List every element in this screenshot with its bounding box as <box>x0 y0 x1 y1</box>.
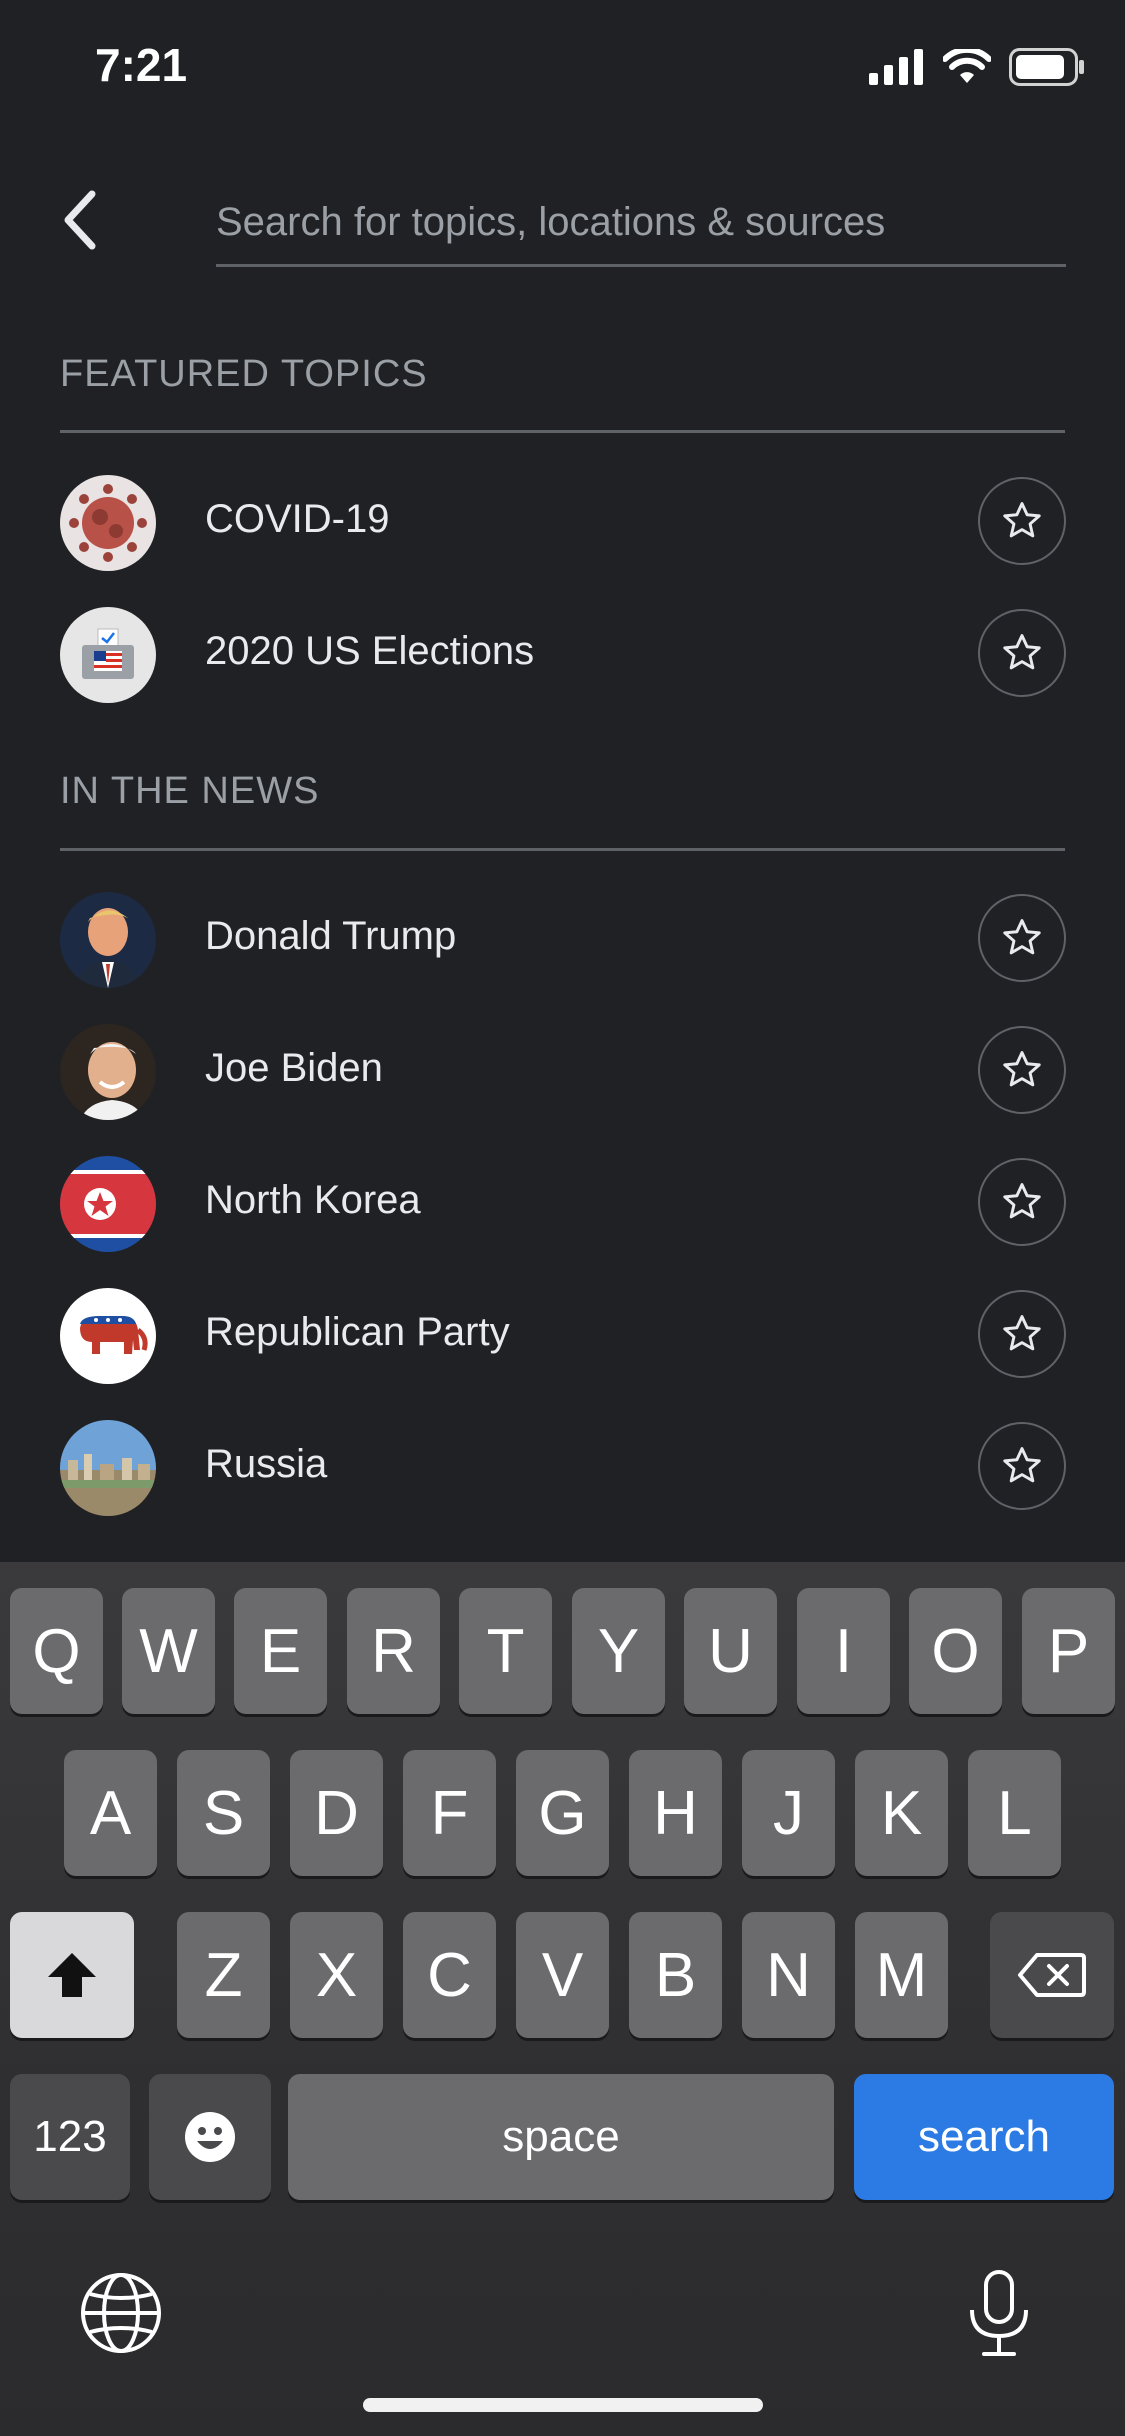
star-icon <box>1003 1447 1041 1483</box>
backspace-icon <box>1018 1953 1086 1997</box>
topic-label: Russia <box>205 1442 328 1486</box>
emoji-icon <box>185 2112 235 2162</box>
key-s[interactable]: S <box>177 1750 270 1876</box>
topic-row-republican-party[interactable]: Republican Party <box>0 1268 1125 1400</box>
key-d[interactable]: D <box>290 1750 383 1876</box>
follow-star-button[interactable] <box>978 1026 1066 1114</box>
topic-label: Joe Biden <box>205 1046 383 1090</box>
key-f[interactable]: F <box>403 1750 496 1876</box>
key-x[interactable]: X <box>290 1912 383 2038</box>
topic-row-biden[interactable]: Joe Biden <box>0 1004 1125 1136</box>
star-icon <box>1003 634 1041 670</box>
key-r[interactable]: R <box>347 1588 440 1714</box>
key-w[interactable]: W <box>122 1588 215 1714</box>
follow-star-button[interactable] <box>978 609 1066 697</box>
section-title-in-the-news: IN THE NEWS <box>60 770 320 812</box>
key-m[interactable]: M <box>855 1912 948 2038</box>
topic-row-trump[interactable]: Donald Trump <box>0 872 1125 1004</box>
key-h[interactable]: H <box>629 1750 722 1876</box>
person-photo <box>60 892 156 988</box>
follow-star-button[interactable] <box>978 894 1066 982</box>
key-j[interactable]: J <box>742 1750 835 1876</box>
key-g[interactable]: G <box>516 1750 609 1876</box>
backspace-key[interactable] <box>990 1912 1114 2038</box>
wifi-icon <box>943 49 991 83</box>
search-field <box>216 180 1066 267</box>
topic-label: Republican Party <box>205 1310 510 1354</box>
topic-row-russia[interactable]: Russia <box>0 1400 1125 1532</box>
topic-label: North Korea <box>205 1178 421 1222</box>
elephant-image <box>60 1288 156 1384</box>
follow-star-button[interactable] <box>978 1158 1066 1246</box>
person-photo <box>60 1024 156 1120</box>
key-a[interactable]: A <box>64 1750 157 1876</box>
key-y[interactable]: Y <box>572 1588 665 1714</box>
key-e[interactable]: E <box>234 1588 327 1714</box>
keyboard: Q W E R T Y U I O P A S D F G H J K L Z … <box>0 1562 1125 2436</box>
follow-star-button[interactable] <box>978 1290 1066 1378</box>
emoji-key[interactable] <box>149 2074 271 2200</box>
status-bar: 7:21 <box>0 0 1125 140</box>
key-q[interactable]: Q <box>10 1588 103 1714</box>
back-button[interactable] <box>40 180 120 260</box>
key-t[interactable]: T <box>459 1588 552 1714</box>
topic-row-elections[interactable]: 2020 US Elections <box>0 587 1125 719</box>
search-input[interactable] <box>216 180 1066 264</box>
star-icon <box>1003 1183 1041 1219</box>
globe-button[interactable] <box>78 2270 168 2360</box>
topic-row-north-korea[interactable]: North Korea <box>0 1136 1125 1268</box>
section-divider <box>60 430 1065 433</box>
globe-icon <box>81 2273 161 2353</box>
star-icon <box>1003 919 1041 955</box>
topic-row-covid[interactable]: COVID-19 <box>0 455 1125 587</box>
battery-icon <box>1009 48 1084 86</box>
numbers-key[interactable]: 123 <box>10 2074 130 2200</box>
microphone-icon <box>970 2270 1028 2356</box>
ballot-box-image <box>60 607 156 703</box>
key-n[interactable]: N <box>742 1912 835 2038</box>
search-key[interactable]: search <box>854 2074 1114 2200</box>
key-o[interactable]: O <box>909 1588 1002 1714</box>
dictation-button[interactable] <box>964 2268 1044 2364</box>
status-time: 7:21 <box>95 39 188 91</box>
key-k[interactable]: K <box>855 1750 948 1876</box>
key-b[interactable]: B <box>629 1912 722 2038</box>
star-icon <box>1003 502 1041 538</box>
key-p[interactable]: P <box>1022 1588 1115 1714</box>
space-key[interactable]: space <box>288 2074 834 2200</box>
key-l[interactable]: L <box>968 1750 1061 1876</box>
key-i[interactable]: I <box>797 1588 890 1714</box>
key-c[interactable]: C <box>403 1912 496 2038</box>
topic-label: COVID-19 <box>205 497 390 541</box>
follow-star-button[interactable] <box>978 477 1066 565</box>
flag-image <box>60 1156 156 1252</box>
key-z[interactable]: Z <box>177 1912 270 2038</box>
shift-key[interactable] <box>10 1912 134 2038</box>
status-icons <box>869 48 1085 86</box>
key-v[interactable]: V <box>516 1912 609 2038</box>
city-image <box>60 1420 156 1516</box>
home-indicator <box>363 2398 763 2412</box>
topic-label: Donald Trump <box>205 914 457 958</box>
star-icon <box>1003 1051 1041 1087</box>
star-icon <box>1003 1315 1041 1351</box>
shift-icon <box>48 1953 96 1997</box>
topic-label: 2020 US Elections <box>205 629 535 673</box>
chevron-left-icon <box>64 190 96 250</box>
section-divider <box>60 848 1065 851</box>
cellular-signal-icon <box>869 49 923 85</box>
virus-image <box>60 475 156 571</box>
follow-star-button[interactable] <box>978 1422 1066 1510</box>
key-u[interactable]: U <box>684 1588 777 1714</box>
section-title-featured: FEATURED TOPICS <box>60 353 428 395</box>
